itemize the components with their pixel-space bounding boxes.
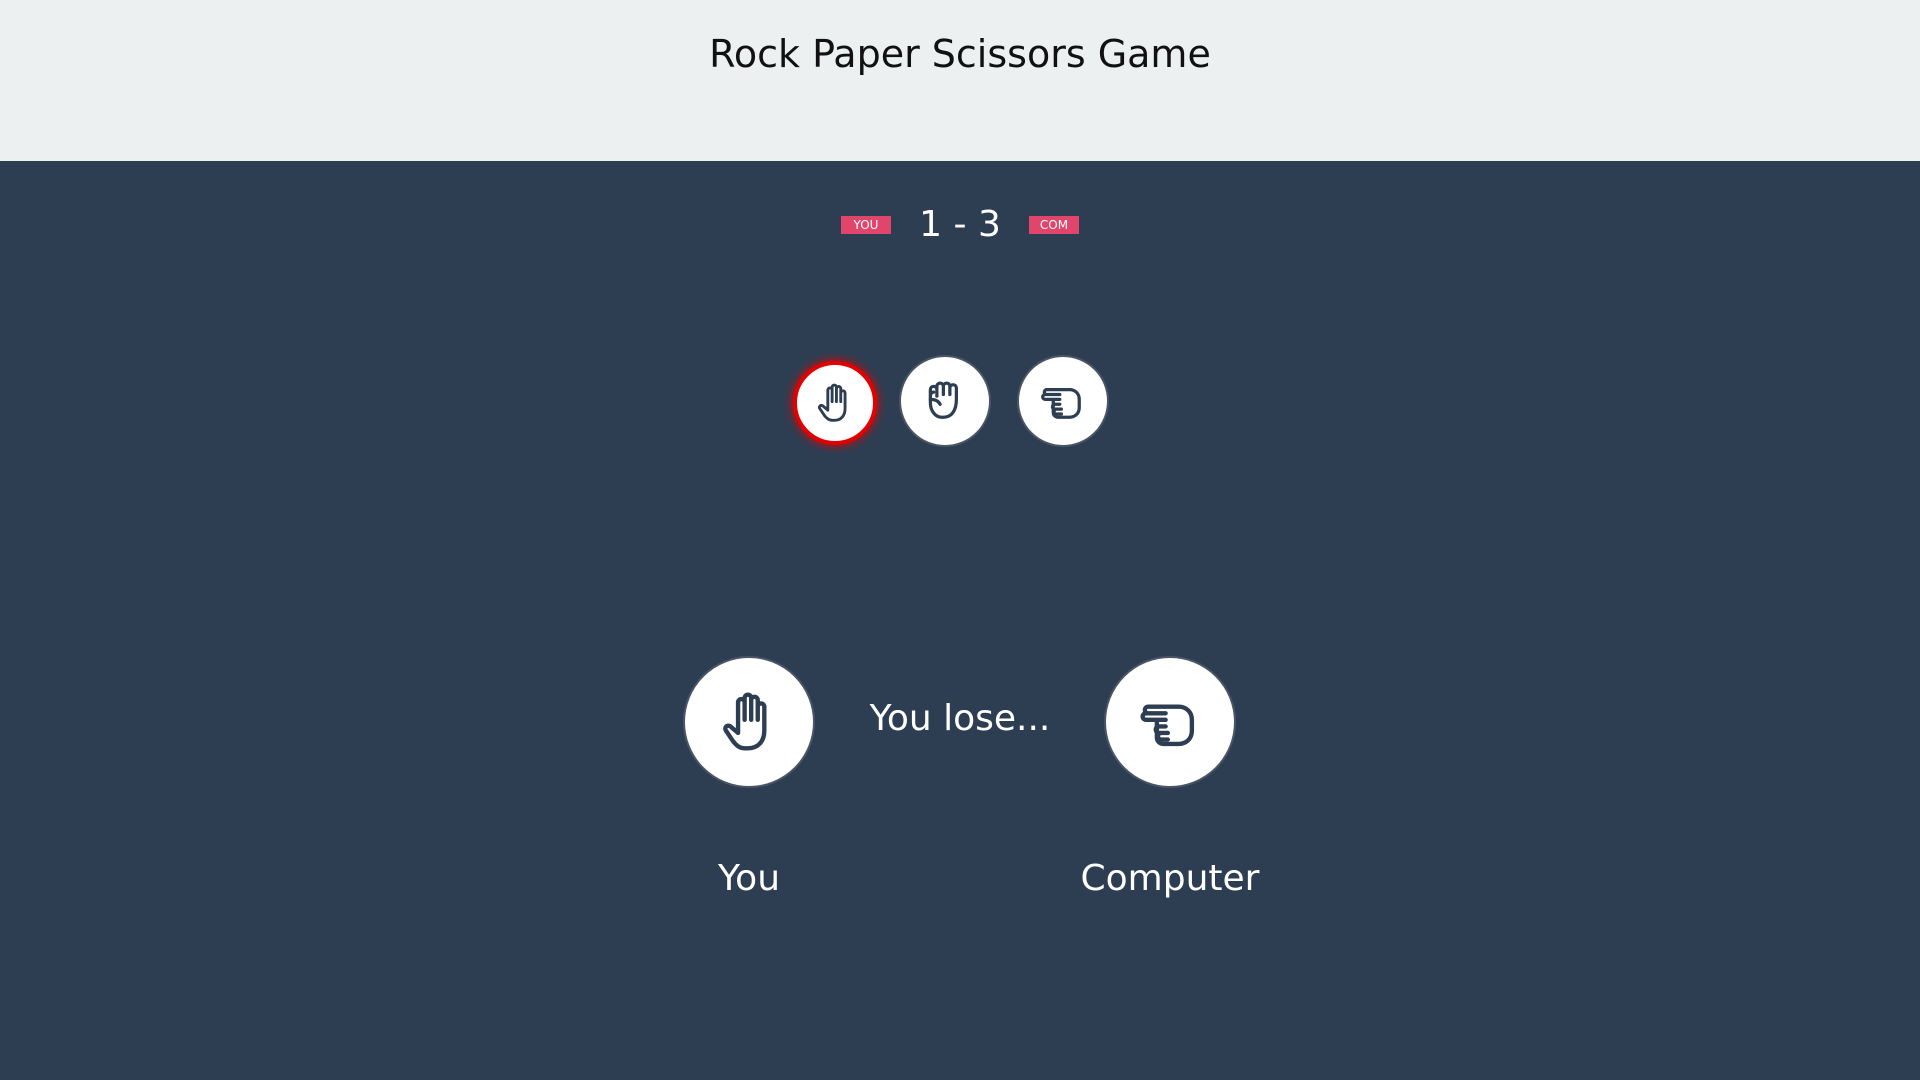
paper-choice-button[interactable] <box>793 361 877 445</box>
open-hand-icon <box>723 692 767 751</box>
open-hand-icon <box>818 383 847 422</box>
computer-choice-display <box>1104 656 1236 788</box>
page-title: Rock Paper Scissors Game <box>709 32 1211 76</box>
player-label: You <box>717 858 781 899</box>
player-choice-display <box>683 656 815 788</box>
fist-icon <box>928 381 958 419</box>
com-badge: COM <box>1029 216 1079 234</box>
computer-label: Computer <box>1080 858 1260 899</box>
header: Rock Paper Scissors Game <box>0 0 1920 161</box>
rock-choice-button[interactable] <box>899 355 991 447</box>
scissors-hand-icon <box>1140 704 1195 747</box>
scoreboard: YOU 1 - 3 COM <box>0 200 1920 252</box>
scissors-hand-icon <box>1041 388 1081 419</box>
scissors-choice-button[interactable] <box>1017 355 1109 447</box>
result-message: You lose... <box>869 698 1051 739</box>
